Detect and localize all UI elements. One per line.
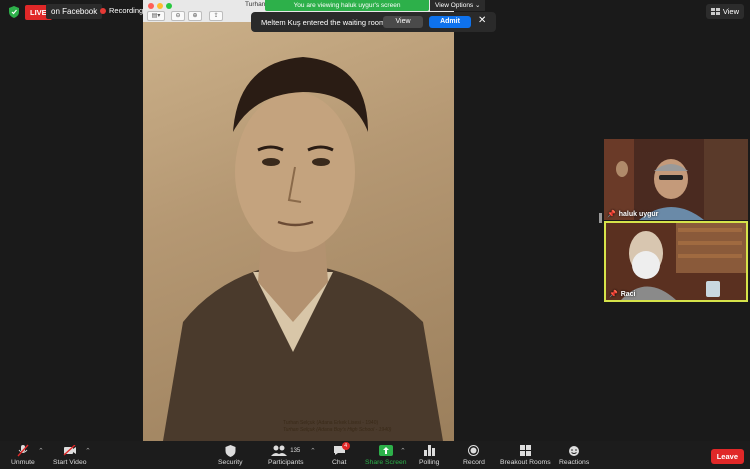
caption-line-1: Turhan Selçuk (Adana Erkek Lisesi - 1940… xyxy=(283,420,379,426)
maximize-window-icon[interactable] xyxy=(166,3,172,9)
shield-icon xyxy=(225,444,236,457)
smiley-icon xyxy=(568,444,580,457)
record-dot-icon xyxy=(100,7,106,14)
shared-screen: Turhan ▤▾ ⊖ ⊕ ⇪ Turhan Selçuk (Adana Erk… xyxy=(143,0,454,441)
breakout-rooms-button[interactable]: Breakout Rooms xyxy=(500,444,551,466)
view-label: View xyxy=(722,7,739,16)
participants-button[interactable]: 135 Participants xyxy=(268,444,304,466)
tile-resize-handle[interactable] xyxy=(599,213,602,223)
photo-caption: Turhan Selçuk (Adana Erkek Lisesi - 1940… xyxy=(283,420,391,433)
meeting-toolbar: Unmute ⌃ Start Video ⌃ Security 135 Part… xyxy=(0,441,750,469)
zoom-out-icon[interactable]: ⊖ xyxy=(171,11,185,21)
pin-icon: 📌 xyxy=(609,291,618,298)
pin-icon: 📌 xyxy=(607,211,616,218)
participant-name: 📌 Raci xyxy=(609,290,636,299)
bar-chart-icon xyxy=(423,444,435,457)
participant-tile[interactable]: 📌 haluk uygur xyxy=(604,139,748,220)
grid-view-icon xyxy=(710,8,720,15)
muted-mic-icon xyxy=(17,444,29,457)
sidebar-toggle-icon[interactable]: ▤▾ xyxy=(147,11,165,21)
view-button[interactable]: View xyxy=(705,4,744,19)
chevron-down-icon: ⌄ xyxy=(475,2,481,9)
recording-label: Recording xyxy=(109,6,144,15)
admit-button[interactable]: Admit xyxy=(429,16,471,28)
participants-caret-icon[interactable]: ⌃ xyxy=(310,447,316,455)
share-options-caret-icon[interactable]: ⌃ xyxy=(400,447,406,455)
security-button[interactable]: Security xyxy=(218,444,243,466)
close-window-icon[interactable] xyxy=(148,3,154,9)
viewing-screen-banner: You are viewing haluk uygur's screen xyxy=(265,0,429,11)
minimize-window-icon[interactable] xyxy=(157,3,163,9)
chat-unread-badge: 4 xyxy=(341,442,350,450)
breakout-rooms-icon xyxy=(519,444,531,457)
caption-line-2: Turhan Selçuk (Adana Boy's High School -… xyxy=(283,426,392,433)
zoom-in-icon[interactable]: ⊕ xyxy=(188,11,202,21)
start-video-button[interactable]: Start Video xyxy=(53,444,87,466)
security-shield-icon xyxy=(9,6,19,18)
recording-indicator[interactable]: Recording xyxy=(100,6,143,15)
record-button[interactable]: Record xyxy=(463,444,485,466)
participant-name: 📌 haluk uygur xyxy=(607,210,659,219)
chat-button[interactable]: 4 Chat xyxy=(332,442,350,466)
video-options-caret-icon[interactable]: ⌃ xyxy=(85,447,91,455)
live-platform-label[interactable]: on Facebook xyxy=(46,4,103,19)
view-options-dropdown[interactable]: View Options ⌄ xyxy=(430,0,486,11)
window-title: Turhan xyxy=(245,1,266,8)
record-icon xyxy=(468,444,480,457)
leave-button[interactable]: Leave xyxy=(710,449,744,464)
share-icon[interactable]: ⇪ xyxy=(209,11,223,21)
audio-options-caret-icon[interactable]: ⌃ xyxy=(38,447,44,455)
participant-video xyxy=(606,223,746,300)
portrait-photo: Turhan Selçuk (Adana Erkek Lisesi - 1940… xyxy=(143,22,454,441)
participants-icon xyxy=(271,445,288,456)
close-icon[interactable]: ✕ xyxy=(478,15,486,27)
unmute-button[interactable]: Unmute xyxy=(11,444,35,466)
waiting-room-notice: Meltem Kuş entered the waiting room View… xyxy=(251,12,496,32)
waiting-room-text: Meltem Kuş entered the waiting room xyxy=(261,18,386,27)
participants-count: 135 xyxy=(290,447,301,454)
participant-video xyxy=(604,139,748,220)
reactions-button[interactable]: Reactions xyxy=(559,444,589,466)
video-off-icon xyxy=(63,444,77,457)
share-screen-icon xyxy=(378,444,393,457)
participant-tile-active-speaker[interactable]: 📌 Raci xyxy=(604,221,748,302)
portrait-figure xyxy=(163,57,443,441)
polling-button[interactable]: Polling xyxy=(419,444,439,466)
view-options-label: View Options xyxy=(435,2,474,9)
waiting-view-button[interactable]: View xyxy=(383,16,423,28)
